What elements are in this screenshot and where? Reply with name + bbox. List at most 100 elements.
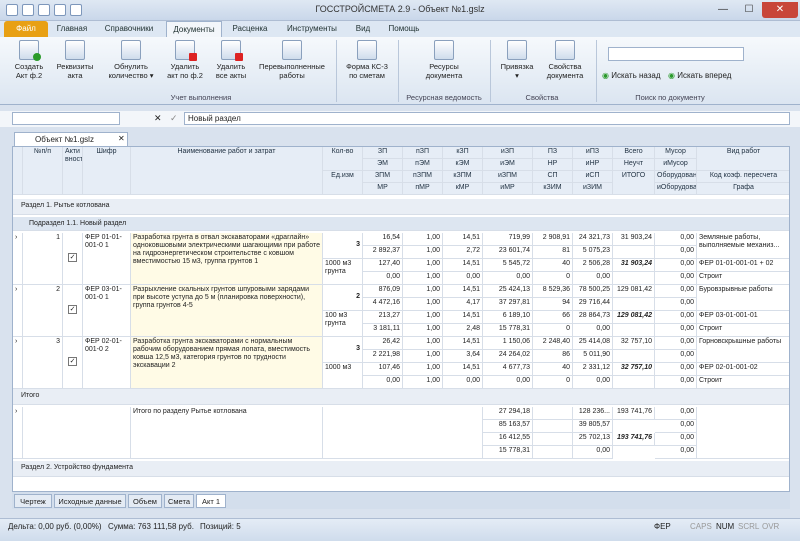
row-expander[interactable]: › [13,285,23,337]
value-cell[interactable]: 2 506,28 [573,259,613,272]
trash-cell[interactable]: 0,00 [655,350,697,363]
value-cell[interactable]: 14,51 [443,311,483,324]
trash-cell[interactable]: 0,00 [655,285,697,298]
value-cell[interactable]: 5 075,23 [573,246,613,259]
value-cell[interactable]: 1,00 [403,350,443,363]
close-button[interactable]: ✕ [762,2,798,18]
value-cell[interactable]: 0,00 [573,272,613,285]
tab-estimate[interactable]: Смета [164,494,194,508]
value-cell[interactable]: 876,09 [363,285,403,298]
tab-view[interactable]: Вид [350,21,376,37]
value-cell[interactable]: 15 778,31 [483,324,533,337]
value-cell[interactable]: 29 716,44 [573,298,613,311]
formula-input[interactable]: Новый раздел [184,112,790,125]
value-cell[interactable]: 0,00 [483,272,533,285]
value-cell[interactable]: 1,00 [403,363,443,376]
value-cell[interactable]: 4 472,16 [363,298,403,311]
search-forward-button[interactable]: ◉ Искать вперед [668,71,731,80]
trash-cell[interactable]: 0,00 [655,324,697,337]
tab-documents[interactable]: Документы [166,21,222,37]
value-cell[interactable]: 2 248,40 [533,337,573,350]
value-cell[interactable]: 28 864,73 [573,311,613,324]
value-cell[interactable]: 1,00 [403,376,443,389]
value-cell[interactable]: 37 297,81 [483,298,533,311]
reset-quantity-button[interactable]: Обнулить количество ▾ [100,40,162,80]
row-expander[interactable]: › [13,337,23,389]
value-cell[interactable]: 1,00 [403,337,443,350]
minimize-button[interactable]: — [710,2,736,18]
row-qty[interactable]: 3 [323,233,363,259]
confirm-edit-button[interactable]: ✓ [170,113,178,124]
value-cell[interactable]: 0 [533,324,573,337]
value-cell[interactable]: 25 414,08 [573,337,613,350]
value-cell[interactable]: 0,00 [443,376,483,389]
tab-file[interactable]: Файл [4,21,48,37]
binding-button[interactable]: Привязка ▾ [494,40,540,80]
value-cell[interactable]: 1,00 [403,272,443,285]
subsection-row[interactable]: Подраздел 1.1. Новый раздел [13,217,789,231]
value-cell[interactable]: 14,51 [443,337,483,350]
value-cell[interactable]: 1,00 [403,285,443,298]
value-cell[interactable]: 8 529,36 [533,285,573,298]
itogo-label-row[interactable]: Итого [13,389,789,405]
value-cell[interactable]: 14,51 [443,363,483,376]
tab-home[interactable]: Главная [52,21,92,37]
value-cell[interactable]: 4,17 [443,298,483,311]
tab-source-data[interactable]: Исходные данные [54,494,126,508]
act-details-button[interactable]: Реквизиты акта [52,40,98,80]
section-row[interactable]: Раздел 1. Рытье котлована [13,199,789,215]
trash-cell[interactable]: 0,00 [655,259,697,272]
value-cell[interactable]: 5 011,90 [573,350,613,363]
active-checkbox[interactable]: ✓ [68,253,77,262]
value-cell[interactable]: 1 150,06 [483,337,533,350]
row-qty[interactable]: 2 [323,285,363,311]
value-cell[interactable]: 6 189,10 [483,311,533,324]
trash-cell[interactable]: 0,00 [655,376,697,389]
value-cell[interactable]: 2,48 [443,324,483,337]
value-cell[interactable]: 0,00 [363,376,403,389]
ks3-form-button[interactable]: Форма КС-3 по сметам [340,40,394,80]
value-cell[interactable]: 40 [533,259,573,272]
value-cell[interactable]: 86 [533,350,573,363]
value-cell[interactable]: 107,46 [363,363,403,376]
active-checkbox[interactable]: ✓ [68,357,77,366]
cell-selector[interactable] [12,112,120,125]
value-cell[interactable]: 213,27 [363,311,403,324]
value-cell[interactable]: 3,64 [443,350,483,363]
document-tab[interactable]: Объект №1.gslz [14,132,128,146]
trash-cell[interactable]: 0,00 [655,272,697,285]
value-cell[interactable]: 2,72 [443,246,483,259]
value-cell[interactable]: 127,40 [363,259,403,272]
value-cell[interactable]: 81 [533,246,573,259]
value-cell[interactable]: 0 [533,376,573,389]
doc-resources-button[interactable]: Ресурсы документа [412,40,476,80]
value-cell[interactable]: 25 424,13 [483,285,533,298]
value-cell[interactable]: 1,00 [403,259,443,272]
value-cell[interactable]: 1,00 [403,324,443,337]
delete-act-button[interactable]: Удалить акт по ф.2 [162,40,208,80]
tab-references[interactable]: Справочники [96,21,162,37]
value-cell[interactable]: 78 500,25 [573,285,613,298]
trash-cell[interactable]: 0,00 [655,233,697,246]
value-cell[interactable]: 0 [533,272,573,285]
value-cell[interactable]: 14,51 [443,233,483,246]
value-cell[interactable]: 0,00 [573,324,613,337]
value-cell[interactable]: 23 601,74 [483,246,533,259]
search-back-button[interactable]: ◉ Искать назад [602,71,661,80]
row-active-cell[interactable]: ✓ [63,233,83,285]
search-input[interactable] [608,47,744,61]
trash-cell[interactable]: 0,00 [655,246,697,259]
value-cell[interactable]: 3 181,11 [363,324,403,337]
delete-all-acts-button[interactable]: Удалить все акты [208,40,254,80]
value-cell[interactable]: 24 264,02 [483,350,533,363]
value-cell[interactable]: 40 [533,363,573,376]
value-cell[interactable]: 2 331,12 [573,363,613,376]
value-cell[interactable]: 26,42 [363,337,403,350]
value-cell[interactable]: 1,00 [403,311,443,324]
trash-cell[interactable]: 0,00 [655,363,697,376]
value-cell[interactable]: 0,00 [443,272,483,285]
value-cell[interactable]: 2 908,91 [533,233,573,246]
row-active-cell[interactable]: ✓ [63,337,83,389]
trash-cell[interactable]: 0,00 [655,298,697,311]
value-cell[interactable]: 0,00 [573,376,613,389]
